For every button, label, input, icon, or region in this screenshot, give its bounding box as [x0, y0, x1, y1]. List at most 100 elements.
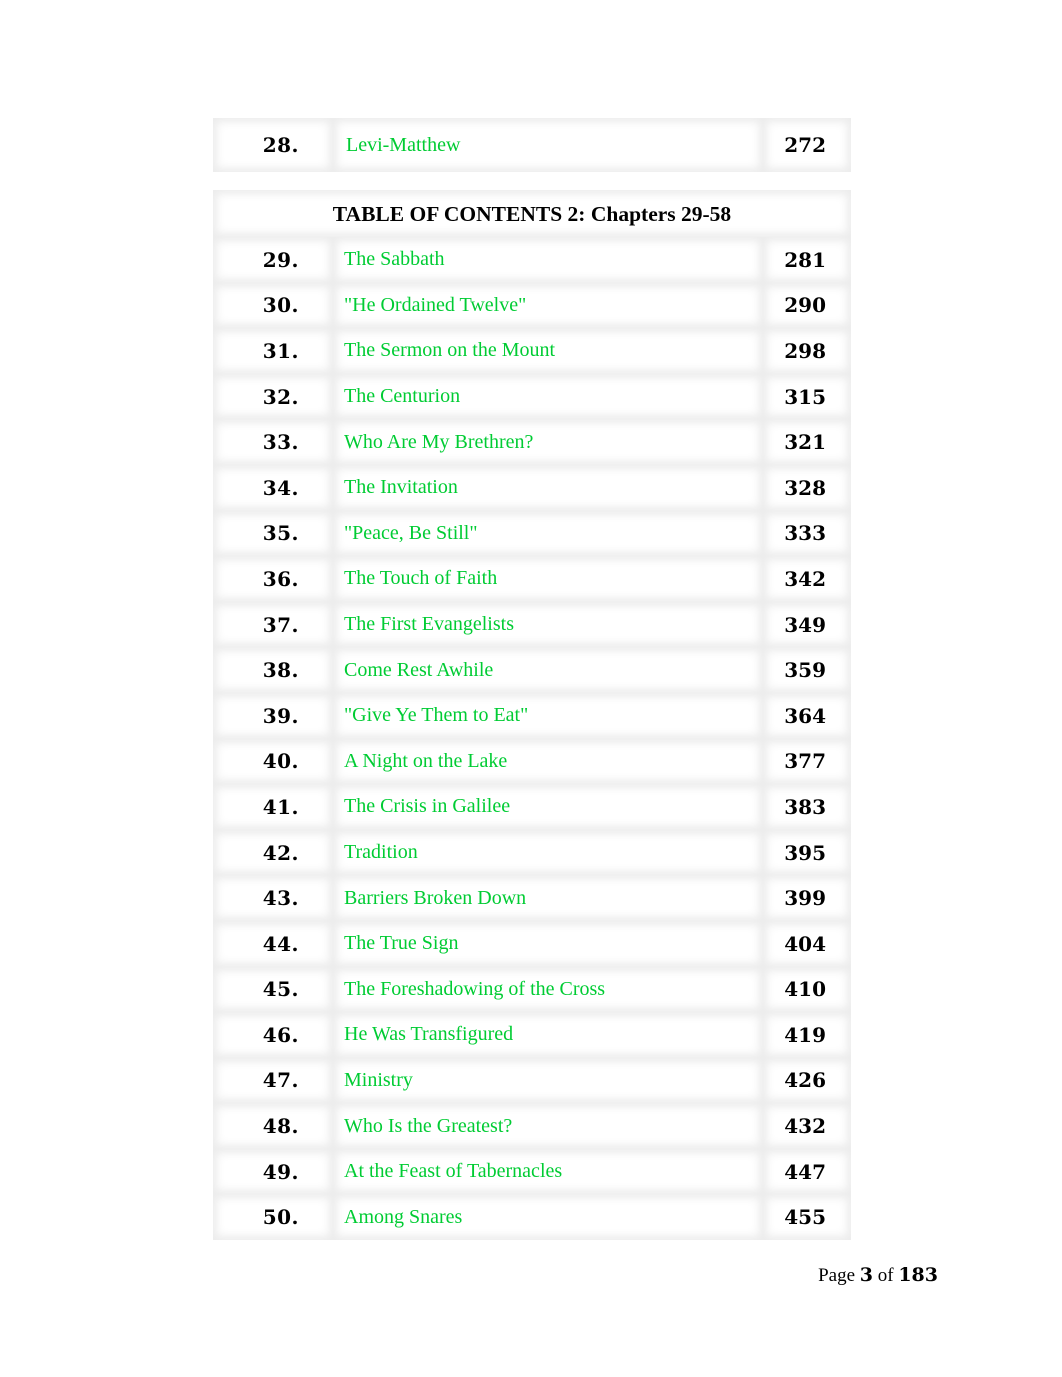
page-number-cell: 328: [763, 464, 851, 511]
page-number-cell: 321: [763, 419, 851, 465]
chapter-link[interactable]: The Sabbath: [344, 248, 445, 271]
chapter-link[interactable]: The Touch of Faith: [344, 567, 497, 590]
chapter-number-cell: 28.: [213, 118, 333, 172]
chapter-link[interactable]: "He Ordained Twelve": [344, 294, 526, 317]
chapter-title-cell: The Sabbath: [333, 237, 763, 283]
page-number: 333: [784, 521, 826, 546]
page-number: 342: [784, 566, 826, 591]
page-number: 447: [784, 1159, 826, 1184]
page-number: 383: [784, 794, 826, 819]
toc-row: 39. "Give Ye Them to Eat" 364: [213, 692, 851, 739]
chapter-number-cell: 36.: [213, 556, 333, 602]
chapter-link[interactable]: Come Rest Awhile: [344, 659, 493, 682]
toc-heading: TABLE OF CONTENTS 2: Chapters 29-58: [332, 202, 732, 226]
chapter-number: 44.: [262, 931, 299, 956]
chapter-number: 50.: [262, 1205, 299, 1230]
toc-row: 47. Ministry 426: [213, 1057, 851, 1104]
chapter-link[interactable]: Tradition: [344, 841, 418, 864]
page-number: 364: [784, 703, 826, 728]
chapter-number-cell: 45.: [213, 966, 333, 1013]
page-number-cell: 426: [763, 1057, 851, 1104]
of-label: of: [877, 1265, 894, 1286]
chapter-number: 41.: [262, 794, 299, 819]
toc-row: 42. Tradition 395: [213, 829, 851, 876]
chapter-number-cell: 33.: [213, 419, 333, 465]
chapter-number: 42.: [262, 840, 299, 865]
chapter-link[interactable]: "Peace, Be Still": [344, 522, 478, 545]
chapter-number: 38.: [262, 658, 299, 683]
chapter-number-cell: 37.: [213, 601, 333, 648]
chapter-title-cell: The Foreshadowing of the Cross: [333, 966, 763, 1013]
chapter-link[interactable]: He Was Transfigured: [344, 1023, 513, 1046]
chapter-link[interactable]: Who Are My Brethren?: [344, 431, 533, 454]
toc-row: 37. The First Evangelists 349: [213, 601, 851, 648]
chapter-link[interactable]: The True Sign: [344, 932, 458, 955]
page-number-cell: 395: [763, 829, 851, 876]
chapter-number-cell: 49.: [213, 1148, 333, 1195]
chapter-number: 35.: [262, 521, 299, 546]
chapter-number-cell: 41.: [213, 784, 333, 830]
chapter-number: 28.: [262, 133, 299, 157]
chapter-number: 47.: [262, 1068, 299, 1093]
chapter-number: 30.: [262, 293, 299, 318]
page-footer: Page 3 of 183: [818, 1264, 938, 1287]
toc-row: 28. Levi-Matthew 272: [213, 118, 851, 172]
chapter-link[interactable]: The Invitation: [344, 476, 458, 499]
chapter-number: 29.: [262, 247, 299, 272]
chapter-title-cell: Among Snares: [333, 1194, 763, 1241]
chapter-title-cell: Come Rest Awhile: [333, 647, 763, 693]
page-number: 321: [784, 430, 826, 455]
chapter-link[interactable]: The Centurion: [344, 385, 460, 408]
page-number: 432: [784, 1114, 826, 1139]
chapter-number-cell: 42.: [213, 829, 333, 876]
chapter-number: 43.: [262, 886, 299, 911]
chapter-number-cell: 34.: [213, 464, 333, 511]
chapter-link[interactable]: Ministry: [344, 1069, 413, 1092]
chapter-number-cell: 43.: [213, 875, 333, 921]
toc-row: 34. The Invitation 328: [213, 464, 851, 511]
chapter-link[interactable]: The Foreshadowing of the Cross: [344, 978, 605, 1001]
chapter-number: 46.: [262, 1022, 299, 1047]
chapter-link[interactable]: The Crisis in Galilee: [344, 795, 510, 818]
chapter-title-cell: Who Is the Greatest?: [333, 1103, 763, 1149]
page-number-cell: 349: [763, 601, 851, 648]
page-number-cell: 359: [763, 647, 851, 693]
chapter-link[interactable]: Among Snares: [344, 1206, 462, 1229]
chapter-number: 49.: [262, 1159, 299, 1184]
chapter-number: 37.: [262, 612, 299, 637]
chapter-link[interactable]: Levi-Matthew: [346, 134, 460, 157]
chapter-link[interactable]: "Give Ye Them to Eat": [344, 704, 528, 727]
chapter-link[interactable]: Barriers Broken Down: [344, 887, 526, 910]
toc-row: 45. The Foreshadowing of the Cross 410: [213, 966, 851, 1013]
toc-previous-section: 28. Levi-Matthew 272: [213, 118, 851, 172]
chapter-number: 34.: [262, 475, 299, 500]
chapter-number-cell: 47.: [213, 1057, 333, 1104]
chapter-link[interactable]: The Sermon on the Mount: [344, 339, 555, 362]
toc-row: 31. The Sermon on the Mount 298: [213, 328, 851, 374]
chapter-link[interactable]: A Night on the Lake: [344, 750, 507, 773]
chapter-title-cell: Who Are My Brethren?: [333, 419, 763, 465]
chapter-title-cell: Levi-Matthew: [333, 118, 763, 172]
chapter-link[interactable]: The First Evangelists: [344, 613, 514, 636]
page-number-cell: 315: [763, 373, 851, 420]
chapter-number-cell: 29.: [213, 237, 333, 283]
chapter-number-cell: 40.: [213, 738, 333, 785]
page-number-cell: 383: [763, 784, 851, 830]
chapter-link[interactable]: Who Is the Greatest?: [344, 1115, 512, 1138]
page-number-cell: 399: [763, 875, 851, 921]
chapter-link[interactable]: At the Feast of Tabernacles: [344, 1160, 562, 1183]
chapter-title-cell: The Crisis in Galilee: [333, 784, 763, 830]
chapter-number-cell: 35.: [213, 510, 333, 557]
page-number-cell: 281: [763, 237, 851, 283]
page-number: 395: [784, 840, 826, 865]
page-number: 455: [784, 1205, 826, 1230]
chapter-number-cell: 46.: [213, 1012, 333, 1058]
chapter-title-cell: The Invitation: [333, 464, 763, 511]
chapter-title-cell: At the Feast of Tabernacles: [333, 1148, 763, 1195]
chapter-title-cell: "Give Ye Them to Eat": [333, 692, 763, 739]
page-number-cell: 272: [763, 118, 851, 172]
toc-row: 33. Who Are My Brethren? 321: [213, 419, 851, 465]
toc-row: 40. A Night on the Lake 377: [213, 738, 851, 785]
page-number-cell: 432: [763, 1103, 851, 1149]
toc-row: 48. Who Is the Greatest? 432: [213, 1103, 851, 1149]
